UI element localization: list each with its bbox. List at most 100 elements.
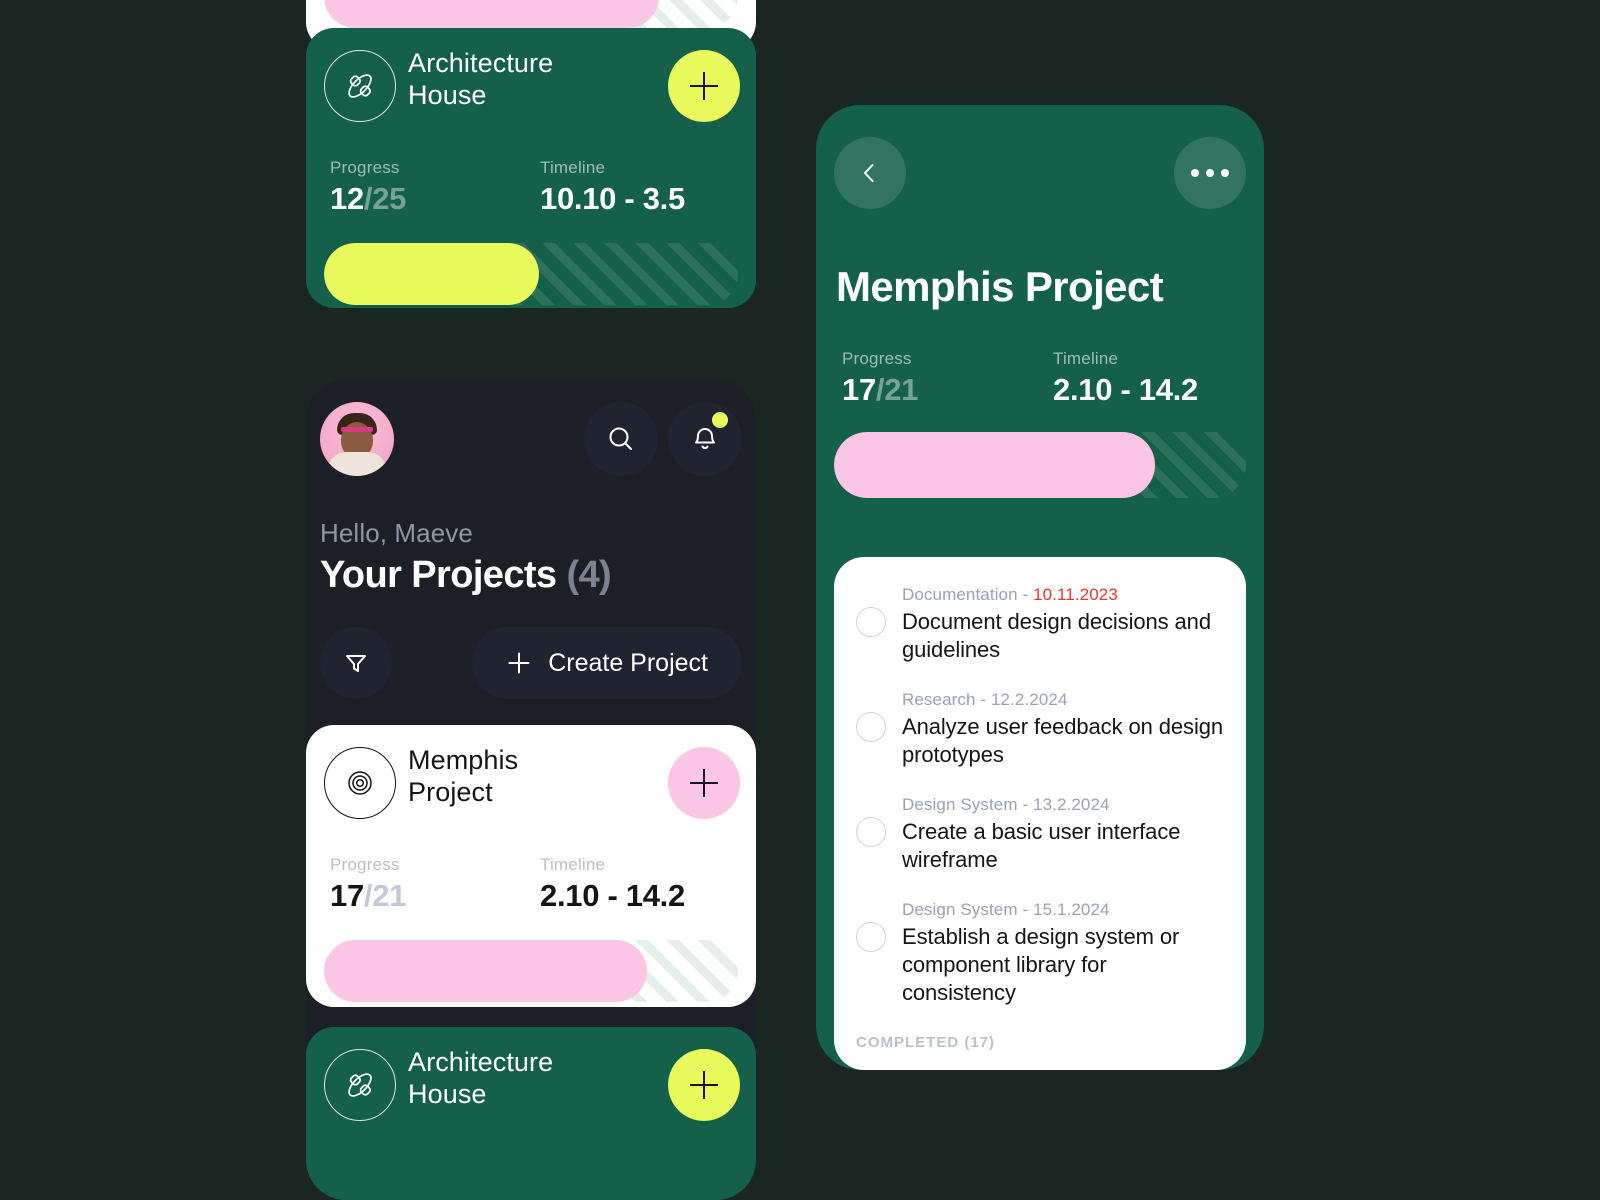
project-detail-phone: Memphis Project Progress 17/21 Timeline … xyxy=(816,105,1264,1070)
timeline-metric: Timeline 2.10 - 14.2 xyxy=(1053,349,1264,408)
back-button[interactable] xyxy=(834,137,906,209)
progress-metric: Progress 12/25 xyxy=(330,158,540,217)
task-checkbox[interactable] xyxy=(856,607,886,637)
task-separator: - xyxy=(1017,585,1034,604)
add-task-button[interactable] xyxy=(668,1049,740,1121)
progress-label: Progress xyxy=(330,158,400,177)
task-category: Research xyxy=(902,689,976,709)
progress-track xyxy=(324,940,738,1002)
progress-done: 17 xyxy=(842,372,876,407)
completed-section-label: COMPLETED (17) xyxy=(856,1034,996,1052)
timeline-label: Timeline xyxy=(540,158,606,177)
add-task-button[interactable] xyxy=(668,50,740,122)
create-project-button[interactable]: Create Project xyxy=(472,627,742,699)
progress-value: 17/21 xyxy=(330,878,540,914)
task-checkbox[interactable] xyxy=(856,711,886,742)
task-date: 15.12.2024 xyxy=(941,1069,1027,1070)
plus-icon xyxy=(506,650,532,676)
task-category: Design System xyxy=(902,794,1018,814)
timeline-label: Timeline xyxy=(540,855,606,874)
detail-title: Memphis Project xyxy=(836,263,1164,310)
notification-badge xyxy=(712,412,728,428)
detail-metrics: Progress 17/21 Timeline 2.10 - 14.2 xyxy=(816,349,1264,408)
home-topbar xyxy=(306,380,756,510)
search-icon xyxy=(605,423,637,455)
home-phone-body: Hello, Maeve Your Projects (4) Create Pr… xyxy=(306,380,756,1200)
progress-label: Progress xyxy=(330,855,400,874)
progress-total: /21 xyxy=(363,878,407,913)
task-meta: UX - 15.12.2024 xyxy=(902,1069,1224,1070)
progress-metric: Progress 17/21 xyxy=(330,855,540,914)
timeline-metric: Timeline 10.10 - 3.5 xyxy=(540,158,750,217)
project-card-architecture-house-top[interactable]: Architecture House Progress 12/25 Timeli… xyxy=(306,28,756,308)
page-title: Your Projects (4) xyxy=(320,554,756,597)
task-category: Design System xyxy=(902,899,1018,919)
task-category: Documentation xyxy=(902,585,1018,604)
project-title-line1: Architecture xyxy=(408,1047,554,1077)
avatar[interactable] xyxy=(320,402,394,476)
task-checkbox[interactable] xyxy=(856,816,886,847)
filter-button[interactable] xyxy=(320,627,392,699)
project-title-line2: House xyxy=(408,79,487,110)
progress-done: 12 xyxy=(330,181,364,216)
project-title-line2: Project xyxy=(408,776,493,807)
progress-total: /21 xyxy=(875,372,919,407)
task-date: 10.11.2023 xyxy=(1033,585,1118,604)
avatar-body xyxy=(328,452,386,476)
task-title: Create a basic user interface wireframe xyxy=(902,818,1181,872)
task-body: Design System - 15.1.2024 Establish a de… xyxy=(902,900,1224,1007)
task-body: Documentation - 10.11.2023 Document desi… xyxy=(902,585,1224,664)
home-actions: Create Project xyxy=(306,627,756,719)
task-meta: Documentation - 10.11.2023 xyxy=(902,585,1224,605)
task-separator: - xyxy=(1017,794,1034,814)
concentric-circles-icon xyxy=(324,747,396,819)
task-row[interactable]: Documentation - 10.11.2023 Document desi… xyxy=(856,585,1224,690)
timeline-label: Timeline xyxy=(1053,349,1119,368)
timeline-metric: Timeline 2.10 - 14.2 xyxy=(540,855,750,914)
task-title: Analyze user feedback on design prototyp… xyxy=(902,713,1224,767)
task-date: 13.2.2024 xyxy=(1033,794,1110,814)
task-meta: Design System - 13.2.2024 xyxy=(902,795,1224,815)
progress-fill xyxy=(324,0,660,28)
project-title: Architecture House xyxy=(408,48,553,111)
home-phone: Architecture House Progress 12/25 Timeli… xyxy=(306,0,756,1200)
task-body: Design System - 13.2.2024 Create a basic… xyxy=(902,795,1224,874)
timeline-value: 2.10 - 14.2 xyxy=(540,878,685,913)
progress-label: Progress xyxy=(842,349,912,368)
notifications-button[interactable] xyxy=(668,402,742,476)
project-title-line1: Memphis xyxy=(408,745,519,775)
project-metrics: Progress 17/21 Timeline 2.10 - 14.2 xyxy=(306,855,756,914)
task-date: 15.1.2024 xyxy=(1033,899,1110,919)
timeline-value: 2.10 - 14.2 xyxy=(1053,372,1198,407)
project-title: Architecture House xyxy=(408,1047,553,1110)
task-separator: - xyxy=(975,689,991,709)
task-meta: Design System - 15.1.2024 xyxy=(902,900,1224,920)
project-card-architecture-house-bottom[interactable]: Architecture House xyxy=(306,1027,756,1200)
task-row[interactable]: UX - 15.12.2024 Create a basic user inte… xyxy=(856,1069,1224,1070)
task-row[interactable]: Design System - 15.1.2024 Establish a de… xyxy=(856,900,1224,1033)
progress-track xyxy=(834,432,1246,498)
more-options-button[interactable] xyxy=(1174,137,1246,209)
task-category: UX xyxy=(902,1069,926,1070)
project-metrics: Progress 12/25 Timeline 10.10 - 3.5 xyxy=(306,158,756,217)
detail-topbar xyxy=(816,105,1264,235)
task-date: 12.2.2024 xyxy=(990,689,1068,709)
task-list-sheet: Documentation - 10.11.2023 Document desi… xyxy=(834,557,1246,1070)
progress-metric: Progress 17/21 xyxy=(842,349,1053,408)
search-button[interactable] xyxy=(584,402,658,476)
progress-done: 17 xyxy=(330,878,364,913)
progress-value: 12/25 xyxy=(330,181,540,217)
project-card-memphis[interactable]: Memphis Project Progress 17/21 Timeline xyxy=(306,725,756,1007)
atom-icon xyxy=(324,50,396,122)
task-row[interactable]: Design System - 13.2.2024 Create a basic… xyxy=(856,795,1224,900)
task-row[interactable]: Research - 12.2.2024 Analyze user feedba… xyxy=(856,690,1224,795)
task-title: Document design decisions and guidelines xyxy=(902,609,1211,662)
chevron-left-icon xyxy=(857,160,883,186)
greeting-text: Hello, Maeve xyxy=(320,518,473,548)
progress-track xyxy=(324,0,738,28)
page-title-text: Your Projects xyxy=(320,554,557,596)
screen: Architecture House Progress 12/25 Timeli… xyxy=(0,0,1600,1200)
add-task-button[interactable] xyxy=(668,747,740,819)
task-checkbox[interactable] xyxy=(856,921,886,952)
project-title: Memphis Project xyxy=(408,745,518,808)
